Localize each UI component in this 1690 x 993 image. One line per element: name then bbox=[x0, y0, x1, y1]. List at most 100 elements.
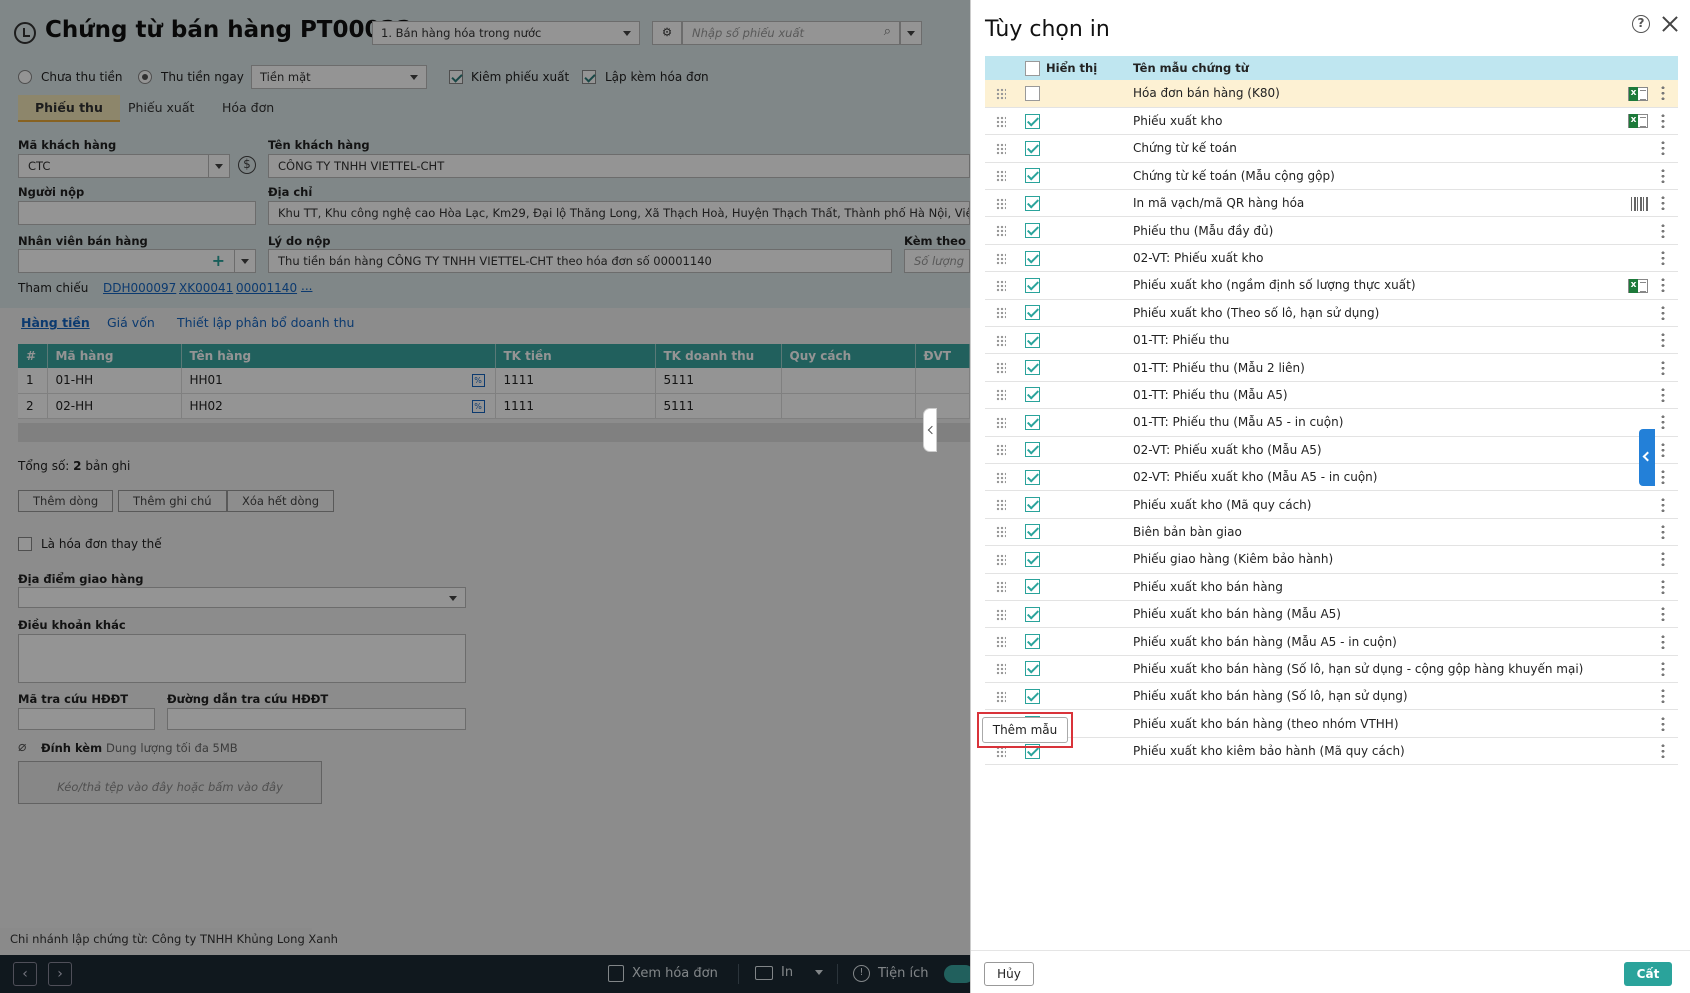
panel-collapse-handle[interactable] bbox=[923, 408, 937, 452]
drag-handle-icon[interactable] bbox=[996, 362, 1006, 375]
tab-receipt[interactable]: Phiếu thu bbox=[18, 95, 120, 122]
template-row[interactable]: Phiếu xuất kho (Mã quy cách) bbox=[985, 490, 1678, 519]
drag-handle-icon[interactable] bbox=[996, 334, 1006, 347]
show-checkbox[interactable] bbox=[1025, 551, 1040, 567]
cancel-button[interactable]: Hủy bbox=[984, 962, 1034, 986]
export-checkbox[interactable] bbox=[449, 70, 463, 84]
subtab-cost[interactable]: Giá vốn bbox=[107, 315, 155, 330]
utilities-button[interactable]: ! Tiện ích bbox=[853, 965, 929, 982]
template-row[interactable]: 01-TT: Phiếu thu (Mẫu 2 liên) bbox=[985, 353, 1678, 382]
template-row[interactable]: Biên bản bàn giao bbox=[985, 518, 1678, 547]
template-row[interactable]: Phiếu giao hàng (Kiêm bảo hành) bbox=[985, 545, 1678, 574]
show-checkbox[interactable] bbox=[1025, 277, 1040, 293]
more-options-icon[interactable] bbox=[1661, 113, 1665, 130]
reference-link[interactable]: XK00041 bbox=[179, 281, 233, 295]
drag-handle-icon[interactable] bbox=[996, 526, 1006, 539]
template-row[interactable]: Phiếu xuất kho bán hàng (theo nhóm VTHH) bbox=[985, 709, 1678, 738]
more-options-icon[interactable] bbox=[1661, 715, 1665, 732]
payment-method-select[interactable]: Tiền mặt bbox=[251, 65, 427, 89]
search-dropdown-button[interactable] bbox=[900, 21, 922, 45]
more-options-icon[interactable] bbox=[1661, 688, 1665, 705]
more-options-icon[interactable] bbox=[1661, 332, 1665, 349]
show-checkbox[interactable] bbox=[1025, 168, 1040, 184]
more-options-icon[interactable] bbox=[1661, 85, 1665, 102]
template-row[interactable]: Chứng từ kế toán bbox=[985, 134, 1678, 163]
show-checkbox[interactable] bbox=[1025, 524, 1040, 540]
show-checkbox[interactable] bbox=[1025, 140, 1040, 156]
show-checkbox[interactable] bbox=[1025, 250, 1040, 266]
export-number-search-input[interactable]: Nhập số phiếu xuất ⌕ bbox=[682, 21, 900, 45]
show-checkbox[interactable] bbox=[1025, 688, 1040, 704]
table-row[interactable]: 1 01-HH HH01% 1111 5111 bbox=[18, 368, 970, 394]
replacement-invoice-checkbox[interactable] bbox=[18, 537, 32, 551]
more-options-icon[interactable] bbox=[1661, 167, 1665, 184]
show-checkbox[interactable] bbox=[1025, 606, 1040, 622]
template-row[interactable]: Phiếu xuất kho bán hàng (Mẫu A5 - in cuộ… bbox=[985, 627, 1678, 656]
reason-field[interactable]: Thu tiền bán hàng CÔNG TY TNHH VIETTEL-C… bbox=[268, 249, 892, 273]
more-options-icon[interactable] bbox=[1661, 140, 1665, 157]
reference-link[interactable]: DDH000097 bbox=[103, 281, 176, 295]
template-row[interactable]: 02-VT: Phiếu xuất kho (Mẫu A5) bbox=[985, 436, 1678, 464]
drag-handle-icon[interactable] bbox=[996, 499, 1006, 512]
settings-button[interactable]: ⚙ bbox=[652, 21, 682, 45]
more-options-icon[interactable] bbox=[1661, 277, 1665, 294]
more-options-icon[interactable] bbox=[1661, 496, 1665, 513]
template-row[interactable]: Phiếu xuất kho bán hàng (Mẫu A5) bbox=[985, 600, 1678, 629]
template-row[interactable]: 02-VT: Phiếu xuất kho bbox=[985, 244, 1678, 273]
history-icon[interactable] bbox=[14, 22, 36, 44]
show-checkbox[interactable] bbox=[1025, 579, 1040, 595]
template-row[interactable]: Phiếu xuất kho bbox=[985, 107, 1678, 136]
show-checkbox[interactable] bbox=[1025, 360, 1040, 376]
save-button[interactable]: Cất bbox=[1624, 962, 1672, 986]
drag-handle-icon[interactable] bbox=[996, 115, 1006, 128]
more-options-icon[interactable] bbox=[1661, 304, 1665, 321]
sales-staff-field[interactable]: + bbox=[18, 249, 256, 273]
barcode-icon[interactable] bbox=[1631, 196, 1648, 211]
reference-more-link[interactable]: ... bbox=[301, 279, 312, 293]
drag-handle-icon[interactable] bbox=[996, 197, 1006, 210]
template-row[interactable]: 01-TT: Phiếu thu (Mẫu A5) bbox=[985, 381, 1678, 410]
other-terms-field[interactable] bbox=[18, 634, 466, 683]
print-button[interactable]: In bbox=[755, 965, 824, 980]
drag-handle-icon[interactable] bbox=[996, 416, 1006, 429]
more-options-icon[interactable] bbox=[1661, 660, 1665, 677]
more-options-icon[interactable] bbox=[1661, 386, 1665, 403]
excel-icon[interactable] bbox=[1628, 86, 1648, 101]
payer-field[interactable] bbox=[18, 201, 256, 225]
tab-export[interactable]: Phiếu xuất bbox=[128, 100, 194, 115]
template-row[interactable]: Phiếu xuất kho bán hàng bbox=[985, 573, 1678, 601]
subtab-revenue-allocation[interactable]: Thiết lập phân bổ doanh thu bbox=[177, 315, 354, 330]
more-options-icon[interactable] bbox=[1661, 414, 1665, 431]
customer-name-field[interactable]: CÔNG TY TNHH VIETTEL-CHT bbox=[268, 154, 970, 178]
address-field[interactable]: Khu TT, Khu công nghệ cao Hòa Lạc, Km29,… bbox=[268, 201, 970, 225]
sale-type-select[interactable]: 1. Bán hàng hóa trong nước bbox=[372, 21, 640, 45]
excel-icon[interactable] bbox=[1628, 278, 1648, 293]
more-options-icon[interactable] bbox=[1661, 578, 1665, 595]
show-checkbox[interactable] bbox=[1025, 634, 1040, 649]
einvoice-code-field[interactable] bbox=[18, 708, 155, 730]
drag-handle-icon[interactable] bbox=[996, 471, 1006, 484]
help-icon[interactable]: ? bbox=[1632, 15, 1650, 33]
drag-handle-icon[interactable] bbox=[996, 581, 1006, 594]
show-checkbox[interactable] bbox=[1025, 113, 1040, 129]
drag-handle-icon[interactable] bbox=[996, 444, 1006, 457]
reference-link[interactable]: 00001140 bbox=[236, 281, 297, 295]
close-icon[interactable] bbox=[1660, 14, 1680, 34]
more-options-icon[interactable] bbox=[1661, 469, 1665, 486]
drag-handle-icon[interactable] bbox=[996, 170, 1006, 183]
drag-handle-icon[interactable] bbox=[996, 87, 1006, 100]
tab-invoice[interactable]: Hóa đơn bbox=[222, 100, 274, 115]
chevron-right-icon[interactable]: › bbox=[48, 962, 72, 986]
show-checkbox[interactable] bbox=[1025, 332, 1040, 348]
template-row[interactable]: Hóa đơn bán hàng (K80) bbox=[985, 80, 1678, 108]
template-row[interactable]: Phiếu xuất kho (Theo số lô, hạn sử dụng) bbox=[985, 299, 1678, 328]
paid-now-radio[interactable] bbox=[138, 70, 152, 84]
more-options-icon[interactable] bbox=[1661, 359, 1665, 376]
template-row[interactable]: Chứng từ kế toán (Mẫu cộng gộp) bbox=[985, 162, 1678, 191]
drag-handle-icon[interactable] bbox=[996, 663, 1006, 676]
discount-icon[interactable]: % bbox=[471, 399, 485, 413]
drag-handle-icon[interactable] bbox=[996, 279, 1006, 292]
einvoice-link-field[interactable] bbox=[167, 708, 466, 730]
show-checkbox[interactable] bbox=[1025, 85, 1040, 101]
delivery-place-select[interactable] bbox=[18, 587, 466, 608]
